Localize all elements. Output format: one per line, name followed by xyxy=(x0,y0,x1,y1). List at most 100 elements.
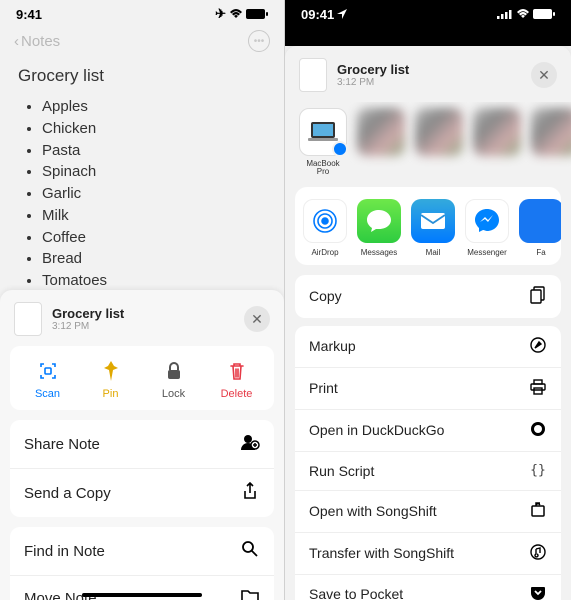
close-button[interactable]: ✕ xyxy=(244,306,270,332)
sheet-subtitle: 3:12 PM xyxy=(337,77,521,88)
list-item: Bread xyxy=(42,248,266,270)
list-item: Garlic xyxy=(42,183,266,205)
save-pocket-row[interactable]: Save to Pocket xyxy=(295,574,561,600)
mail-icon xyxy=(411,199,455,243)
print-icon xyxy=(529,379,547,398)
scan-button[interactable]: Scan xyxy=(19,360,77,400)
wifi-icon xyxy=(229,7,243,22)
copy-row[interactable]: Copy xyxy=(295,275,561,318)
pin-icon xyxy=(100,360,122,382)
lock-label: Lock xyxy=(162,388,185,400)
markup-label: Markup xyxy=(309,338,356,354)
share-note-label: Share Note xyxy=(24,436,100,453)
ddg-label: Open in DuckDuckGo xyxy=(309,422,444,438)
battery-icon xyxy=(246,7,268,22)
airplane-icon: ✈︎ xyxy=(215,6,226,22)
note-thumbnail-icon xyxy=(14,302,42,336)
send-copy-row[interactable]: Send a Copy xyxy=(10,468,274,517)
find-in-note-row[interactable]: Find in Note xyxy=(10,527,274,575)
share-sheet: Grocery list 3:12 PM ✕ MacBook Pro xyxy=(285,46,571,600)
trash-icon xyxy=(226,360,248,382)
open-duckduckgo-row[interactable]: Open in DuckDuckGo xyxy=(295,409,561,451)
contact-blurred[interactable] xyxy=(531,108,571,177)
list-item: Tomatoes xyxy=(42,270,266,292)
app-mail[interactable]: Mail xyxy=(411,199,455,257)
contact-blurred[interactable] xyxy=(473,108,521,177)
back-label: Notes xyxy=(21,33,60,50)
app-messenger[interactable]: Messenger xyxy=(465,199,509,257)
print-label: Print xyxy=(309,380,338,396)
airdrop-contacts-row[interactable]: MacBook Pro xyxy=(285,102,571,187)
songshift-open-label: Open with SongShift xyxy=(309,503,437,519)
share-icon xyxy=(240,482,260,504)
messenger-icon xyxy=(465,199,509,243)
contact-blurred[interactable] xyxy=(357,108,405,177)
sheet-title: Grocery list xyxy=(52,306,234,321)
close-button[interactable]: ✕ xyxy=(531,62,557,88)
pin-label: Pin xyxy=(103,388,119,400)
avatar-icon xyxy=(357,108,405,156)
pocket-label: Save to Pocket xyxy=(309,586,403,600)
folder-icon xyxy=(240,589,260,600)
status-bar: 9:41 ✈︎ xyxy=(0,0,284,24)
note-title: Grocery list xyxy=(18,66,266,86)
status-icons: ✈︎ xyxy=(215,6,268,22)
macbook-icon xyxy=(299,108,347,156)
open-external-icon xyxy=(529,502,547,521)
home-indicator[interactable] xyxy=(82,593,202,597)
share-note-row[interactable]: Share Note xyxy=(10,420,274,468)
find-label: Find in Note xyxy=(24,543,105,560)
app-label: Messages xyxy=(361,248,397,257)
copy-icon xyxy=(529,286,547,307)
actions-block-1: Copy xyxy=(295,275,561,318)
sheet-title: Grocery list xyxy=(337,62,521,77)
list-item: Pasta xyxy=(42,140,266,162)
pocket-icon xyxy=(529,586,547,600)
pin-button[interactable]: Pin xyxy=(82,360,140,400)
list-item: Apples xyxy=(42,96,266,118)
list-item: Chicken xyxy=(42,118,266,140)
app-panel[interactable]: AirDrop Messages Mail Messenger Fa xyxy=(295,187,561,265)
contact-blurred[interactable] xyxy=(415,108,463,177)
avatar-icon xyxy=(473,108,521,156)
markup-icon xyxy=(529,337,547,356)
copy-label: Copy xyxy=(309,288,342,304)
open-songshift-row[interactable]: Open with SongShift xyxy=(295,490,561,532)
quick-actions-card: Scan Pin Lock Delete xyxy=(10,346,274,410)
list-item: Coffee xyxy=(42,227,266,249)
avatar-icon xyxy=(415,108,463,156)
app-messages[interactable]: Messages xyxy=(357,199,401,257)
songshift-transfer-label: Transfer with SongShift xyxy=(309,545,454,561)
print-row[interactable]: Print xyxy=(295,367,561,409)
search-icon xyxy=(240,540,260,562)
more-icon[interactable]: ••• xyxy=(248,30,270,52)
app-facebook-partial[interactable]: Fa xyxy=(519,199,561,257)
delete-label: Delete xyxy=(221,388,253,400)
messages-icon xyxy=(357,199,401,243)
airdrop-icon xyxy=(303,199,347,243)
lock-button[interactable]: Lock xyxy=(145,360,203,400)
sheet-subtitle: 3:12 PM xyxy=(52,321,234,332)
status-spacer xyxy=(285,24,571,46)
run-script-row[interactable]: Run Script {} xyxy=(295,451,561,490)
airdrop-badge-icon xyxy=(332,141,348,157)
app-label: Messenger xyxy=(467,248,507,257)
contact-macbook[interactable]: MacBook Pro xyxy=(299,108,347,177)
delete-button[interactable]: Delete xyxy=(208,360,266,400)
facebook-icon xyxy=(519,199,561,243)
list-item: Spinach xyxy=(42,161,266,183)
battery-icon xyxy=(533,7,555,22)
transfer-songshift-row[interactable]: Transfer with SongShift xyxy=(295,532,561,574)
chevron-left-icon: ‹ xyxy=(14,33,19,50)
markup-row[interactable]: Markup xyxy=(295,326,561,367)
send-copy-label: Send a Copy xyxy=(24,485,111,502)
sheet-header: Grocery list 3:12 PM ✕ xyxy=(0,290,284,346)
lock-icon xyxy=(163,360,185,382)
braces-icon: {} xyxy=(529,463,547,478)
app-airdrop[interactable]: AirDrop xyxy=(303,199,347,257)
close-icon: ✕ xyxy=(251,311,263,328)
note-body: Grocery list Apples Chicken Pasta Spinac… xyxy=(0,58,284,322)
actions-block-2: Markup Print Open in DuckDuckGo Run Scri… xyxy=(295,326,561,600)
status-time: 09:41 xyxy=(301,7,334,22)
back-button[interactable]: ‹ Notes xyxy=(14,33,60,50)
